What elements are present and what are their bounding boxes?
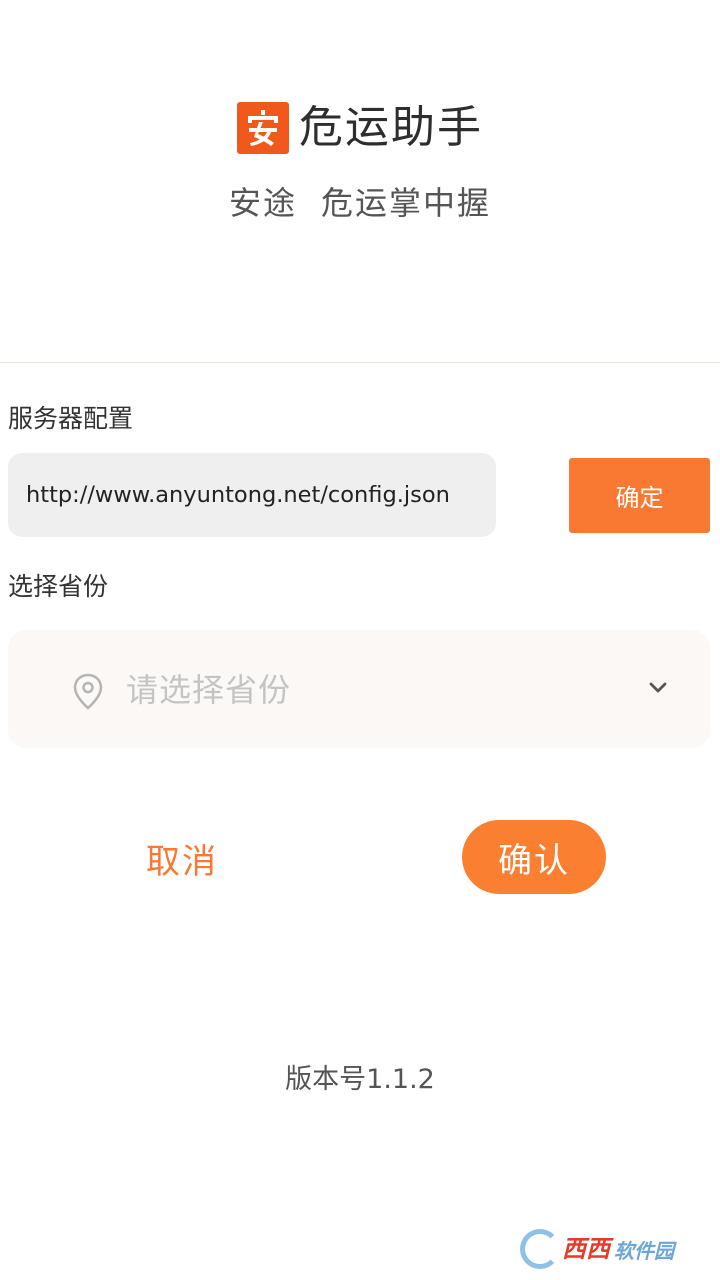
server-config-label: 服务器配置 bbox=[8, 404, 134, 433]
logo-glyph-icon bbox=[248, 110, 278, 146]
chevron-down-icon bbox=[649, 682, 667, 693]
watermark-text2: 软件园 bbox=[614, 1238, 674, 1263]
confirm-button[interactable]: 确认 bbox=[462, 820, 606, 894]
province-label: 选择省份 bbox=[8, 572, 109, 601]
brand: 危运助手 bbox=[0, 100, 720, 156]
watermark-c-icon bbox=[520, 1229, 560, 1269]
location-pin-icon bbox=[73, 673, 103, 710]
watermark-logo: 西西 软件园 bbox=[520, 1226, 710, 1272]
server-url-input[interactable] bbox=[8, 453, 496, 537]
province-placeholder: 请选择省份 bbox=[126, 671, 292, 709]
header-divider bbox=[0, 362, 720, 363]
app-name: 危运助手 bbox=[299, 102, 483, 153]
slogan-part1: 安途 bbox=[228, 184, 297, 222]
server-confirm-button[interactable]: 确定 bbox=[569, 458, 710, 533]
slogan: 安途 危运掌中握 bbox=[0, 180, 720, 226]
header: 危运助手 安途 危运掌中握 bbox=[0, 0, 720, 362]
watermark-text: 西西 bbox=[562, 1235, 610, 1263]
cancel-button[interactable]: 取消 bbox=[120, 822, 244, 894]
version-text: 版本号1.1.2 bbox=[285, 1064, 435, 1095]
app-logo-icon bbox=[237, 102, 289, 154]
province-select[interactable]: 请选择省份 bbox=[8, 630, 710, 748]
slogan-part2: 危运掌中握 bbox=[321, 184, 492, 222]
